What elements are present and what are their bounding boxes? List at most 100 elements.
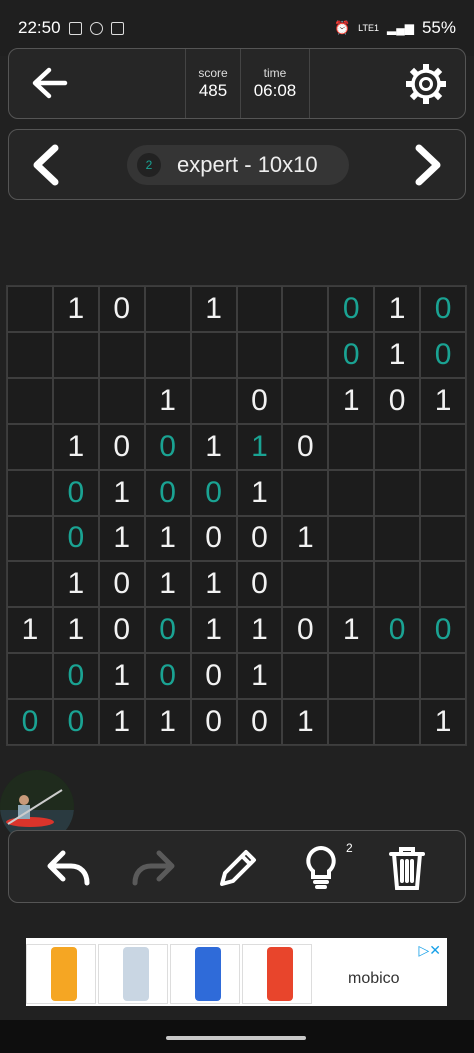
grid-cell[interactable]: 1 — [420, 699, 466, 745]
grid-cell[interactable]: 1 — [236, 607, 283, 654]
grid-cell[interactable]: 1 — [328, 607, 375, 654]
grid-cell[interactable] — [328, 469, 375, 516]
grid-cell[interactable] — [374, 423, 421, 470]
trash-icon[interactable] — [383, 845, 431, 891]
grid-cell[interactable]: 0 — [236, 515, 283, 562]
grid-cell[interactable] — [190, 377, 237, 424]
grid-cell[interactable] — [328, 653, 375, 700]
grid-cell[interactable]: 0 — [190, 469, 237, 516]
grid-cell[interactable]: 0 — [374, 607, 421, 654]
grid-cell[interactable]: 0 — [52, 653, 99, 700]
grid-cell[interactable]: 0 — [98, 286, 145, 332]
grid-cell[interactable]: 1 — [98, 699, 145, 745]
grid-cell[interactable]: 1 — [144, 699, 191, 745]
grid-cell[interactable] — [420, 469, 466, 516]
grid-cell[interactable]: 0 — [144, 469, 191, 516]
grid-cell[interactable] — [236, 286, 283, 332]
grid-cell[interactable]: 0 — [420, 331, 466, 378]
grid-cell[interactable] — [420, 561, 466, 608]
grid-cell[interactable]: 0 — [282, 607, 329, 654]
grid-cell[interactable] — [282, 469, 329, 516]
grid-cell[interactable]: 1 — [98, 469, 145, 516]
grid-cell[interactable]: 1 — [190, 607, 237, 654]
grid-cell[interactable] — [236, 331, 283, 378]
grid-cell[interactable] — [282, 377, 329, 424]
grid-cell[interactable] — [374, 699, 421, 745]
grid-cell[interactable]: 0 — [328, 331, 375, 378]
grid-cell[interactable] — [282, 653, 329, 700]
grid-cell[interactable] — [7, 561, 53, 608]
grid-cell[interactable] — [282, 331, 329, 378]
grid-cell[interactable] — [98, 331, 145, 378]
grid-cell[interactable] — [328, 699, 375, 745]
grid-cell[interactable] — [7, 653, 53, 700]
grid-cell[interactable]: 0 — [7, 699, 53, 745]
grid-cell[interactable]: 1 — [236, 423, 283, 470]
grid-cell[interactable]: 0 — [52, 515, 99, 562]
grid-cell[interactable]: 1 — [52, 286, 99, 332]
home-handle[interactable] — [166, 1036, 306, 1040]
grid-cell[interactable]: 0 — [98, 423, 145, 470]
ad-phone-image[interactable] — [26, 944, 96, 1004]
previous-level-icon[interactable] — [29, 144, 69, 186]
undo-icon[interactable] — [45, 845, 93, 891]
grid-cell[interactable]: 0 — [282, 423, 329, 470]
grid-cell[interactable] — [328, 423, 375, 470]
grid-cell[interactable] — [420, 515, 466, 562]
grid-cell[interactable]: 0 — [190, 515, 237, 562]
grid-cell[interactable]: 1 — [236, 653, 283, 700]
grid-cell[interactable]: 1 — [190, 423, 237, 470]
grid-cell[interactable]: 1 — [7, 607, 53, 654]
grid-cell[interactable] — [374, 469, 421, 516]
grid-cell[interactable]: 1 — [52, 561, 99, 608]
grid-cell[interactable]: 1 — [144, 377, 191, 424]
grid-cell[interactable]: 0 — [144, 607, 191, 654]
grid-cell[interactable]: 0 — [190, 653, 237, 700]
redo-icon[interactable] — [129, 845, 177, 891]
grid-cell[interactable] — [7, 331, 53, 378]
ad-brand[interactable]: mobico — [348, 970, 400, 988]
grid-cell[interactable] — [282, 561, 329, 608]
grid-cell[interactable]: 0 — [236, 377, 283, 424]
grid-cell[interactable]: 1 — [98, 515, 145, 562]
grid-cell[interactable] — [374, 561, 421, 608]
grid-cell[interactable] — [7, 286, 53, 332]
grid-cell[interactable]: 1 — [374, 331, 421, 378]
ad-banner[interactable]: mobico ▷✕ — [26, 938, 447, 1006]
grid-cell[interactable]: 0 — [52, 699, 99, 745]
grid-cell[interactable]: 0 — [420, 286, 466, 332]
grid-cell[interactable] — [328, 561, 375, 608]
grid-cell[interactable]: 1 — [420, 377, 466, 424]
grid-cell[interactable]: 1 — [52, 423, 99, 470]
grid-cell[interactable]: 1 — [374, 286, 421, 332]
grid-cell[interactable] — [52, 331, 99, 378]
grid-cell[interactable] — [190, 331, 237, 378]
ad-phone-image[interactable] — [170, 944, 240, 1004]
grid-cell[interactable]: 0 — [52, 469, 99, 516]
ad-phone-image[interactable] — [98, 944, 168, 1004]
grid-cell[interactable] — [7, 515, 53, 562]
grid-cell[interactable]: 0 — [328, 286, 375, 332]
hint-bulb-icon[interactable] — [297, 845, 345, 891]
grid-cell[interactable] — [420, 423, 466, 470]
grid-cell[interactable]: 1 — [52, 607, 99, 654]
grid-cell[interactable]: 1 — [190, 286, 237, 332]
back-arrow-icon[interactable] — [29, 65, 69, 101]
grid-cell[interactable]: 1 — [282, 699, 329, 745]
grid-cell[interactable] — [420, 653, 466, 700]
grid-cell[interactable]: 1 — [190, 561, 237, 608]
grid-cell[interactable]: 0 — [98, 607, 145, 654]
grid-cell[interactable]: 0 — [236, 561, 283, 608]
gear-icon[interactable] — [403, 61, 449, 107]
grid-cell[interactable]: 1 — [144, 515, 191, 562]
grid-cell[interactable]: 0 — [144, 653, 191, 700]
next-level-icon[interactable] — [405, 144, 445, 186]
grid-cell[interactable]: 1 — [282, 515, 329, 562]
grid-cell[interactable]: 0 — [420, 607, 466, 654]
pencil-icon[interactable] — [213, 845, 261, 891]
grid-cell[interactable]: 1 — [144, 561, 191, 608]
grid-cell[interactable] — [98, 377, 145, 424]
grid-cell[interactable] — [7, 423, 53, 470]
grid-cell[interactable]: 1 — [98, 653, 145, 700]
grid-cell[interactable]: 0 — [236, 699, 283, 745]
